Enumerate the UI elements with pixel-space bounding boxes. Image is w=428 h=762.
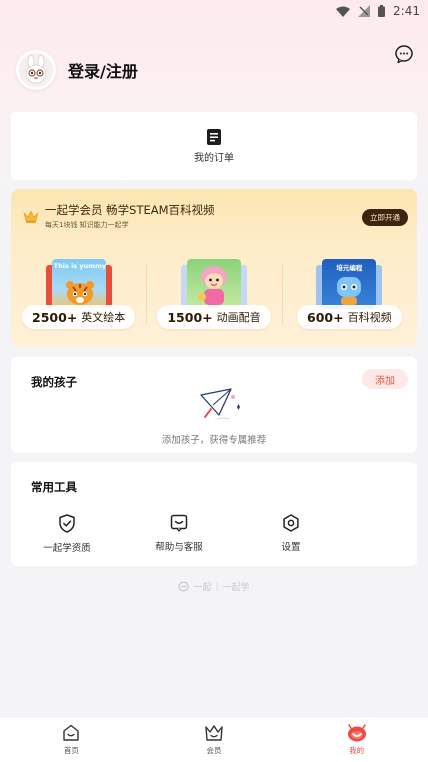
tab-membership[interactable]: 会员 [143, 717, 286, 762]
message-button[interactable] [392, 42, 416, 66]
profile-header: 登录/注册 [16, 45, 416, 92]
vip-benefit-pill: 2500+ 英文绘本 [22, 305, 136, 329]
signal-icon [358, 5, 371, 17]
status-bar: 2:41 [0, 0, 428, 22]
vip-benefit-list: This is yummy 2500+ 英文绘本 1500+ 动画配音 培元编程… [11, 249, 417, 339]
my-orders-card[interactable]: 我的订单 [11, 112, 417, 180]
tab-home[interactable]: 首页 [0, 717, 143, 762]
tab-label: 首页 [63, 745, 79, 755]
benefit-count: 2500+ [32, 309, 78, 325]
my-kids-title: 我的孩子 [31, 375, 77, 389]
cartoon-character-icon [197, 266, 227, 305]
add-kid-hint: 添加孩子，获得专属推荐 [161, 435, 267, 446]
animation-thumbnail [177, 259, 251, 311]
brand-text-left: 一起 [193, 583, 212, 593]
my-kids-card: 我的孩子 添加 添加孩子，获得专属推荐 [11, 357, 417, 453]
vip-membership-card[interactable]: 一起学会员 畅学STEAM百科视频 每天1块钱 知识能力一起学 立即开通 Thi… [11, 189, 417, 347]
login-register-link[interactable]: 登录/注册 [68, 58, 138, 82]
vip-header: 一起学会员 畅学STEAM百科视频 每天1块钱 知识能力一起学 [23, 203, 215, 230]
bottom-tab-bar: 首页 会员 我的 [0, 716, 428, 762]
brand-watermark: 一起 | 一起学 [0, 580, 428, 593]
tool-settings[interactable]: 设置 [235, 514, 347, 554]
my-orders-label: 我的订单 [194, 152, 234, 164]
battery-icon [378, 5, 386, 17]
settings-gear-icon [283, 514, 299, 532]
order-list-icon [207, 128, 221, 145]
common-tools-title: 常用工具 [31, 480, 77, 494]
vip-benefit-picture-books[interactable]: This is yummy 2500+ 英文绘本 [11, 249, 146, 339]
benefit-label: 百科视频 [347, 311, 392, 324]
picture-book-thumbnail: This is yummy [42, 259, 116, 311]
vip-benefit-pill: 1500+ 动画配音 [157, 305, 271, 329]
brand-logo-icon [178, 581, 190, 592]
encyclopedia-thumb-text: 培元编程 [336, 264, 363, 272]
tool-qualification[interactable]: 一起学资质 [11, 514, 123, 554]
home-icon [63, 724, 80, 741]
encyclopedia-thumbnail: 培元编程 [312, 259, 386, 311]
benefit-label: 动画配音 [216, 311, 261, 324]
paper-plane-illustration [200, 388, 240, 420]
tab-mine[interactable]: 我的 [285, 717, 428, 762]
robot-character-icon [337, 277, 362, 305]
vip-title: 一起学会员 畅学STEAM百科视频 [45, 203, 215, 217]
brand-divider: | [215, 581, 219, 592]
crown-basket-icon [205, 724, 223, 741]
benefit-count: 600+ [307, 309, 344, 325]
shield-check-icon [59, 514, 75, 533]
tiger-icon [65, 281, 94, 305]
vip-benefit-encyclopedia-videos[interactable]: 培元编程 600+ 百科视频 [281, 249, 417, 339]
tool-help-service[interactable]: 帮助与客服 [123, 514, 235, 554]
brand-text-right: 一起学 [222, 583, 250, 593]
customer-service-icon [170, 514, 188, 532]
vip-crown-icon [23, 210, 39, 223]
chat-bubble-icon [395, 45, 413, 64]
status-time: 2:41 [393, 4, 420, 18]
tab-label: 我的 [349, 745, 365, 755]
picture-book-thumb-text: This is yummy [53, 262, 106, 270]
tool-label: 一起学资质 [43, 543, 91, 554]
avatar[interactable] [16, 50, 56, 90]
tool-label: 帮助与客服 [155, 542, 203, 553]
vip-subtitle: 每天1块钱 知识能力一起学 [45, 221, 129, 229]
vip-benefit-pill: 600+ 百科视频 [297, 305, 402, 329]
tab-label: 会员 [206, 745, 222, 755]
add-kid-button[interactable]: 添加 [362, 369, 408, 389]
smile-icon [347, 723, 366, 741]
avatar-illustration [19, 53, 53, 87]
benefit-label: 英文绘本 [81, 311, 126, 324]
benefit-count: 1500+ [167, 309, 213, 325]
tool-label: 设置 [281, 542, 301, 553]
tools-row: 一起学资质 帮助与客服 设置 [11, 514, 417, 554]
common-tools-card: 常用工具 一起学资质 帮助与客服 设置 [11, 462, 417, 566]
vip-benefit-animation-dubbing[interactable]: 1500+ 动画配音 [146, 249, 281, 339]
wifi-icon [336, 6, 351, 17]
vip-open-button[interactable]: 立即开通 [362, 209, 408, 226]
